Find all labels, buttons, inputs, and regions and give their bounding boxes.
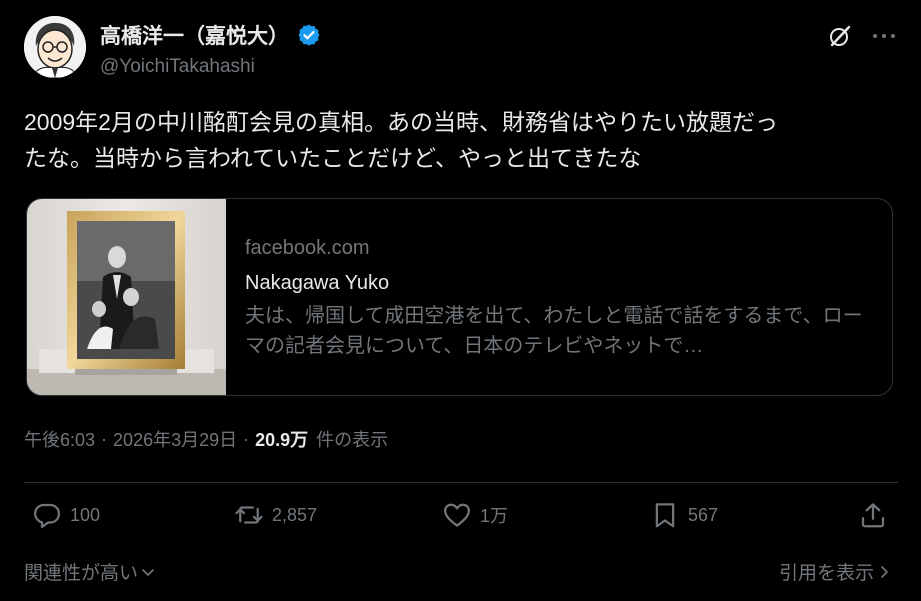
avatar[interactable]	[24, 16, 86, 78]
like-count: 1万	[480, 506, 509, 526]
chevron-right-icon	[881, 565, 888, 578]
verified-badge-icon[interactable]	[297, 23, 321, 47]
card-description: 夫は、帰国して成田空港を出て、わたしと電話で話をするまで、ローマの記者会見につい…	[245, 305, 863, 357]
meta-separator: ·	[101, 428, 108, 449]
sort-dropdown[interactable]: 関連性が高い	[24, 558, 156, 585]
card-title: Nakagawa Yuko	[245, 272, 390, 294]
chevron-down-icon	[142, 568, 154, 576]
meta-separator: ·	[243, 428, 250, 449]
like-icon	[444, 503, 470, 527]
reply-count: 100	[70, 504, 101, 525]
link-card[interactable]: facebook.com Nakagawa Yuko 夫は、帰国して成田空港を出…	[26, 198, 893, 396]
tweet-text: 2009年2月の中川酩酊会見の真相。あの当時、財務省はやりたい放題だっ たな。当…	[24, 104, 894, 176]
share-button[interactable]	[858, 500, 896, 530]
bookmark-count: 567	[688, 504, 719, 525]
reply-icon	[34, 503, 60, 528]
tweet-date[interactable]: 2026年3月29日	[113, 426, 237, 452]
retweet-button[interactable]: 2,857	[234, 500, 317, 530]
tweet-text-line-2: たな。当時から言われていたことだけど、やっと出てきたな	[24, 145, 642, 171]
card-image	[27, 199, 226, 395]
view-quotes-link[interactable]: 引用を表示	[779, 558, 892, 585]
views-label: 件の表示	[316, 430, 389, 450]
tweet-time[interactable]: 午後6:03	[24, 426, 95, 452]
bookmark-icon	[655, 503, 675, 528]
tweet-header: 高橋洋一（嘉悦大） @YoichiTakahashi	[24, 16, 898, 82]
display-name[interactable]: 高橋洋一（嘉悦大）	[100, 20, 289, 50]
divider	[24, 482, 898, 483]
retweet-count: 2,857	[272, 504, 318, 525]
grok-icon[interactable]	[828, 24, 852, 48]
handle[interactable]: @YoichiTakahashi	[100, 56, 255, 78]
reply-button[interactable]: 100	[32, 500, 100, 530]
retweet-icon	[235, 506, 263, 524]
action-bar: 100 2,857 1万 567	[24, 500, 898, 540]
views-count: 20.9万	[255, 430, 309, 450]
bookmark-button[interactable]: 567	[650, 500, 718, 530]
card-body: facebook.com Nakagawa Yuko 夫は、帰国して成田空港を出…	[245, 235, 874, 361]
more-icon[interactable]	[870, 24, 898, 48]
sort-label: 関連性が高い	[24, 563, 139, 584]
name-row: 高橋洋一（嘉悦大）	[100, 20, 321, 50]
tweet-text-line-1: 2009年2月の中川酩酊会見の真相。あの当時、財務省はやりたい放題だっ	[24, 109, 778, 135]
view-quotes-label: 引用を表示	[778, 563, 874, 584]
tweet-meta: 午後6:03 · 2026年3月29日 · 20.9万 件の表示	[24, 426, 388, 452]
like-button[interactable]: 1万	[442, 500, 508, 530]
share-icon	[861, 503, 885, 528]
card-domain: facebook.com	[245, 237, 370, 259]
